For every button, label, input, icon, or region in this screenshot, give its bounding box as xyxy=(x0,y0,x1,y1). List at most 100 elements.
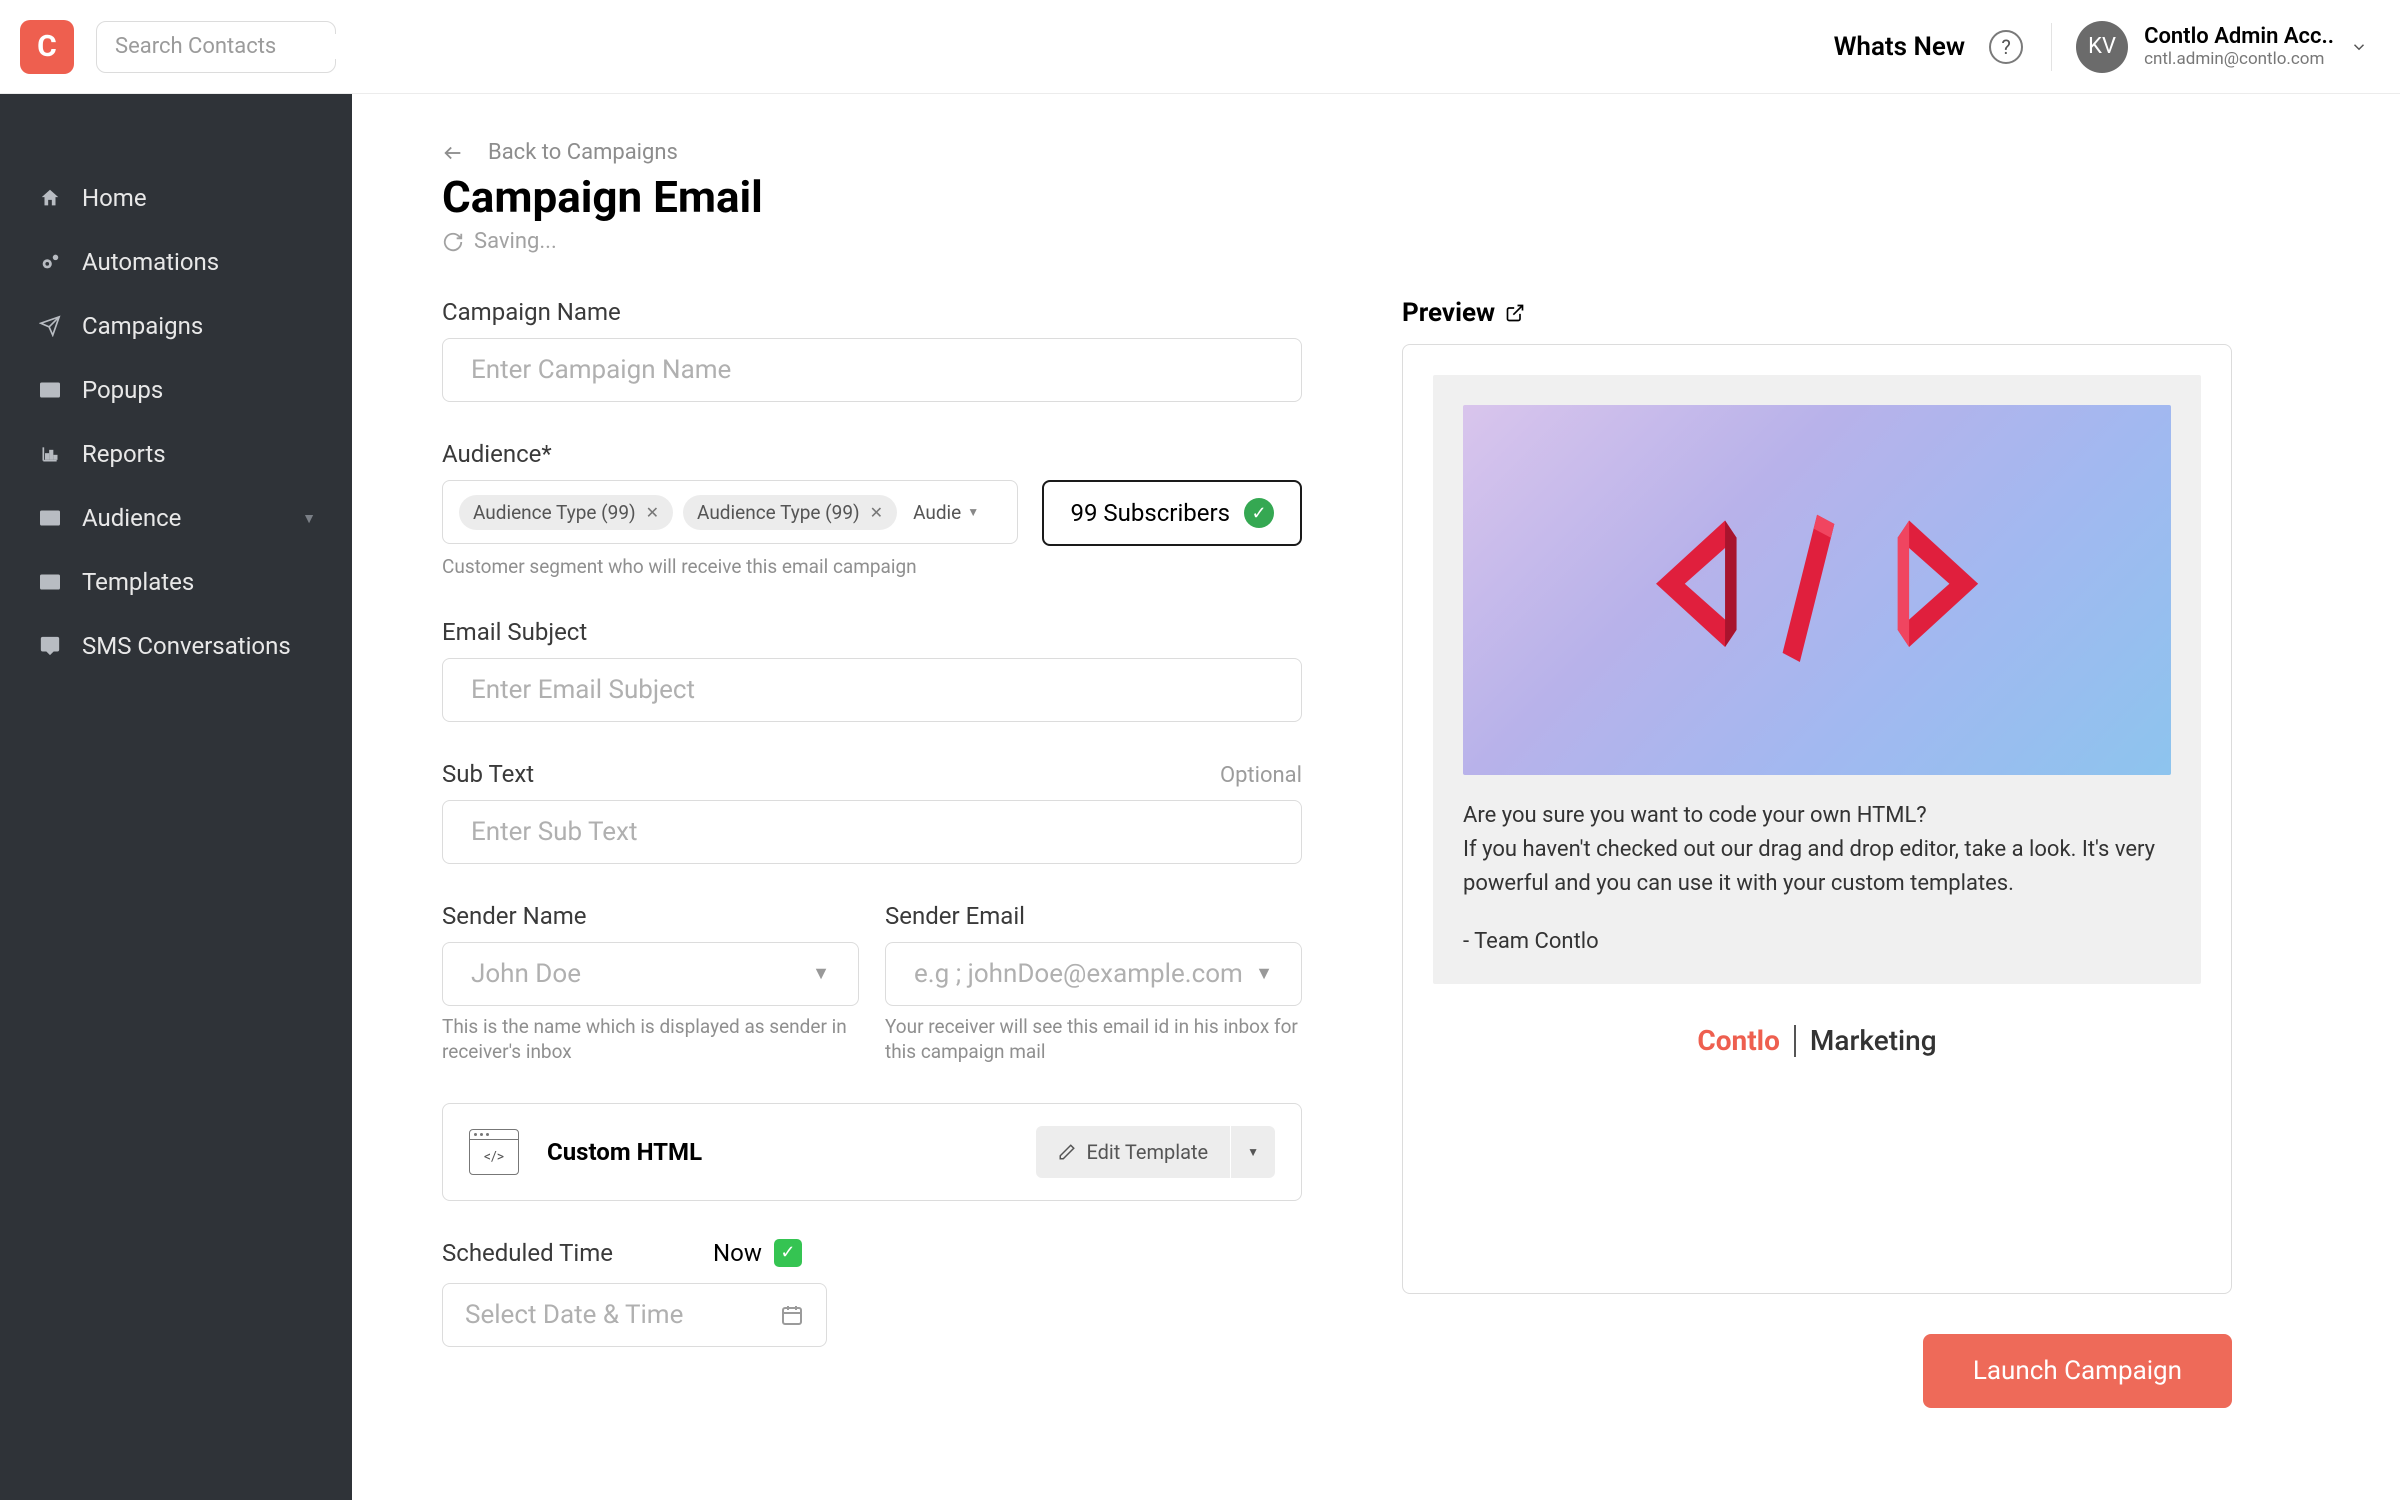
divider xyxy=(2051,23,2052,71)
code-window-icon: </> xyxy=(469,1129,519,1175)
edit-template-button[interactable]: Edit Template xyxy=(1036,1126,1230,1178)
audience-typing: Audie ▼ xyxy=(907,501,979,524)
subscribers-count[interactable]: 99 Subscribers ✓ xyxy=(1042,480,1302,546)
preview-brand: Contlo Marketing xyxy=(1433,1024,2201,1057)
sidebar-item-audience[interactable]: Audience ▼ xyxy=(0,486,352,550)
sender-email-label: Sender Email xyxy=(885,902,1302,930)
sidebar-item-sms[interactable]: SMS Conversations xyxy=(0,614,352,678)
account-email: cntl.admin@contlo.com xyxy=(2144,49,2334,69)
pencil-icon xyxy=(1058,1143,1076,1161)
arrow-left-icon xyxy=(442,142,464,164)
rectangle-icon xyxy=(36,510,64,526)
datetime-input[interactable]: Select Date & Time xyxy=(442,1283,827,1347)
sender-email-hint: Your receiver will see this email id in … xyxy=(885,1014,1302,1065)
sidebar-item-reports[interactable]: Reports xyxy=(0,422,352,486)
sidebar-item-label: Reports xyxy=(82,440,166,468)
chart-icon xyxy=(36,444,64,464)
caret-down-icon: ▼ xyxy=(967,505,979,519)
campaign-name-input[interactable] xyxy=(442,338,1302,402)
subject-input[interactable] xyxy=(442,658,1302,722)
sidebar-item-label: Audience xyxy=(82,504,181,532)
external-link-icon[interactable] xyxy=(1505,303,1525,323)
preview-header: Preview xyxy=(1402,298,1495,328)
preview-panel: Are you sure you want to code your own H… xyxy=(1402,344,2232,1294)
saving-label: Saving... xyxy=(474,229,557,254)
check-icon: ✓ xyxy=(774,1239,802,1267)
sidebar-item-templates[interactable]: Templates xyxy=(0,550,352,614)
subtext-label: Sub Text xyxy=(442,760,534,788)
page-title: Campaign Email xyxy=(442,171,2346,223)
gears-icon xyxy=(36,251,64,273)
audience-input[interactable]: Audience Type (99) ✕ Audience Type (99) … xyxy=(442,480,1018,544)
caret-down-icon: ▼ xyxy=(1247,1145,1259,1159)
audience-hint: Customer segment who will receive this e… xyxy=(442,554,1302,580)
close-icon[interactable]: ✕ xyxy=(646,503,659,522)
home-icon xyxy=(36,187,64,209)
sender-email-select[interactable]: e.g ; johnDoe@example.com ▼ xyxy=(885,942,1302,1006)
sidebar-item-automations[interactable]: Automations xyxy=(0,230,352,294)
preview-line2: If you haven't checked out our drag and … xyxy=(1463,833,2171,901)
datetime-placeholder: Select Date & Time xyxy=(465,1300,683,1330)
sidebar-item-label: Popups xyxy=(82,376,163,404)
refresh-icon xyxy=(442,231,464,253)
account-name: Contlo Admin Acc.. xyxy=(2144,25,2334,49)
sidebar-item-campaigns[interactable]: Campaigns xyxy=(0,294,352,358)
rectangle-icon xyxy=(36,574,64,590)
saving-indicator: Saving... xyxy=(442,229,2346,254)
sidebar-item-label: SMS Conversations xyxy=(82,632,291,660)
template-name: Custom HTML xyxy=(547,1138,702,1166)
chip-label: Audience Type (99) xyxy=(697,501,860,524)
audience-chip[interactable]: Audience Type (99) ✕ xyxy=(683,495,897,530)
caret-down-icon: ▼ xyxy=(302,510,316,527)
close-icon[interactable]: ✕ xyxy=(870,503,883,522)
audience-chip[interactable]: Audience Type (99) ✕ xyxy=(459,495,673,530)
template-box: </> Custom HTML Edit Template ▼ xyxy=(442,1103,1302,1201)
search-contacts-input-wrap[interactable] xyxy=(96,21,336,73)
help-icon[interactable]: ? xyxy=(1989,30,2023,64)
sender-email-placeholder: e.g ; johnDoe@example.com xyxy=(914,959,1243,989)
subtext-optional: Optional xyxy=(1220,763,1302,788)
topbar: C Whats New ? KV Contlo Admin Acc.. cntl… xyxy=(0,0,2400,94)
check-icon: ✓ xyxy=(1244,498,1274,528)
preview-line1: Are you sure you want to code your own H… xyxy=(1463,799,2171,833)
divider xyxy=(1794,1025,1796,1057)
brand-name: Contlo xyxy=(1697,1024,1780,1057)
subject-label: Email Subject xyxy=(442,618,1302,646)
sidebar-item-label: Templates xyxy=(82,568,194,596)
sidebar-item-label: Campaigns xyxy=(82,312,203,340)
preview-signature: - Team Contlo xyxy=(1463,929,2171,954)
sender-name-label: Sender Name xyxy=(442,902,859,930)
now-label: Now xyxy=(713,1239,762,1267)
search-contacts-input[interactable] xyxy=(115,34,393,59)
preview-card: Are you sure you want to code your own H… xyxy=(1433,375,2201,984)
account-block[interactable]: Contlo Admin Acc.. cntl.admin@contlo.com xyxy=(2144,25,2334,69)
sender-name-hint: This is the name which is displayed as s… xyxy=(442,1014,859,1065)
caret-down-icon: ▼ xyxy=(812,963,830,984)
sender-name-value: John Doe xyxy=(471,959,581,989)
campaign-name-label: Campaign Name xyxy=(442,298,1302,326)
paper-plane-icon xyxy=(36,315,64,337)
caret-down-icon: ▼ xyxy=(1255,963,1273,984)
subtext-input[interactable] xyxy=(442,800,1302,864)
sidebar-item-popups[interactable]: Popups xyxy=(0,358,352,422)
whats-new-link[interactable]: Whats New xyxy=(1834,32,1965,62)
chat-icon xyxy=(36,635,64,657)
launch-campaign-button[interactable]: Launch Campaign xyxy=(1923,1334,2232,1408)
main-content: Back to Campaigns Campaign Email Saving.… xyxy=(352,94,2400,1500)
subscribers-label: 99 Subscribers xyxy=(1070,499,1230,527)
sidebar-item-home[interactable]: Home xyxy=(0,166,352,230)
template-menu-button[interactable]: ▼ xyxy=(1230,1126,1275,1178)
back-label: Back to Campaigns xyxy=(488,140,678,165)
app-logo[interactable]: C xyxy=(20,20,74,74)
avatar[interactable]: KV xyxy=(2076,21,2128,73)
schedule-now-toggle[interactable]: Now ✓ xyxy=(713,1239,802,1267)
sender-name-select[interactable]: John Doe ▼ xyxy=(442,942,859,1006)
chip-label: Audience Type (99) xyxy=(473,501,636,524)
sidebar: Home Automations Campaigns Popups Report… xyxy=(0,94,352,1500)
preview-image xyxy=(1463,405,2171,775)
brand-suffix: Marketing xyxy=(1810,1024,1937,1057)
back-link[interactable]: Back to Campaigns xyxy=(442,140,2346,165)
sidebar-item-label: Home xyxy=(82,184,147,212)
rectangle-icon xyxy=(36,382,64,398)
chevron-down-icon[interactable] xyxy=(2350,38,2368,56)
